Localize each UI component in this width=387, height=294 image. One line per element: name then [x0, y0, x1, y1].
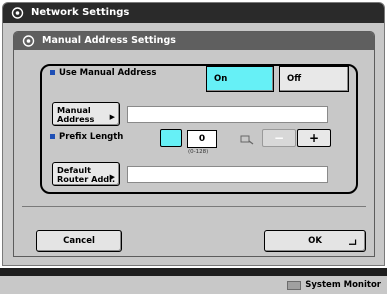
use-manual-address-label: Use Manual Address	[50, 68, 156, 78]
plus-icon: +	[308, 131, 320, 145]
ok-button[interactable]: OK	[264, 230, 366, 252]
bullet-icon	[50, 70, 55, 75]
prefix-length-value[interactable]: 0	[187, 130, 217, 148]
dialog-title: Manual Address Settings	[42, 35, 176, 46]
default-router-button[interactable]: Default Router Addr. ▶	[52, 162, 120, 186]
prefix-length-range: (0-128)	[188, 149, 209, 155]
arrow-right-icon: ▶	[109, 113, 115, 121]
default-router-field[interactable]	[127, 166, 328, 183]
system-monitor-label: System Monitor	[305, 280, 381, 290]
on-button[interactable]: On	[206, 66, 274, 92]
settings-icon	[11, 7, 24, 19]
manual-address-button[interactable]: Manual Address ▶	[52, 102, 120, 126]
plus-button[interactable]: +	[297, 129, 331, 147]
window-title: Network Settings	[31, 7, 130, 18]
settings-icon	[22, 35, 35, 47]
off-label: Off	[287, 74, 302, 84]
prefix-length-label: Prefix Length	[50, 132, 123, 142]
monitor-icon	[287, 281, 302, 290]
prefix-length-indicator	[160, 129, 182, 147]
cancel-label: Cancel	[63, 236, 95, 246]
minus-icon: −	[273, 131, 285, 145]
minus-button[interactable]: −	[262, 129, 296, 147]
bullet-icon	[50, 134, 55, 139]
system-monitor-button[interactable]: System Monitor	[283, 276, 387, 294]
clear-icon	[240, 135, 254, 145]
divider	[22, 206, 366, 207]
window-titlebar: Network Settings	[3, 3, 384, 23]
manual-address-field[interactable]	[127, 106, 328, 123]
dialog-titlebar: Manual Address Settings	[14, 32, 374, 50]
ok-label: OK	[308, 236, 322, 246]
arrow-right-icon: ▶	[109, 173, 115, 181]
cancel-button[interactable]: Cancel	[36, 230, 122, 252]
off-button[interactable]: Off	[279, 66, 349, 92]
on-label: On	[214, 74, 228, 84]
enter-icon	[349, 239, 357, 245]
